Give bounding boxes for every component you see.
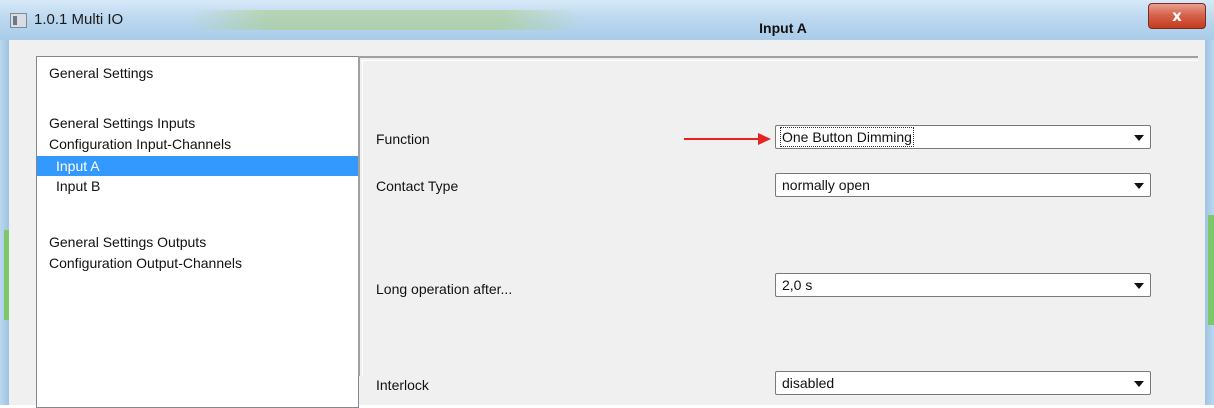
tree-item-configuration-input-channels[interactable]: Configuration Input-Channels <box>49 136 231 152</box>
app-window: 1.0.1 Multi IO x General Settings Genera… <box>0 0 1214 408</box>
window-frame-left <box>0 40 9 405</box>
function-label: Function <box>376 131 430 147</box>
dropdown-arrow-icon[interactable] <box>1134 135 1144 141</box>
app-window-icon <box>10 13 27 28</box>
parameter-panel-inner <box>362 60 1198 376</box>
red-arrow-icon <box>684 138 759 140</box>
tree-item-input-a[interactable]: Input A <box>37 156 358 176</box>
contact-type-select[interactable]: normally open <box>775 173 1151 197</box>
dropdown-arrow-icon[interactable] <box>1134 183 1144 189</box>
dropdown-arrow-icon[interactable] <box>1134 381 1144 387</box>
function-select-value: One Button Dimming <box>780 127 914 147</box>
interlock-select-value: disabled <box>782 375 835 391</box>
parameter-panel <box>358 56 1198 376</box>
long-operation-label: Long operation after... <box>376 281 513 297</box>
page-title: Input A <box>759 20 807 36</box>
tree-item-general-settings-outputs[interactable]: General Settings Outputs <box>49 234 206 250</box>
dropdown-arrow-icon[interactable] <box>1134 283 1144 289</box>
contact-type-select-value: normally open <box>782 177 870 193</box>
tree-item-general-settings[interactable]: General Settings <box>49 65 153 81</box>
interlock-select[interactable]: disabled <box>775 371 1151 395</box>
navigation-tree[interactable]: General Settings General Settings Inputs… <box>36 56 359 408</box>
long-operation-select-value: 2,0 s <box>782 277 813 293</box>
contact-type-label: Contact Type <box>376 178 459 194</box>
window-title: 1.0.1 Multi IO <box>34 11 124 28</box>
function-select[interactable]: One Button Dimming <box>775 125 1151 149</box>
red-arrow-head-icon <box>758 133 771 145</box>
tree-item-general-settings-inputs[interactable]: General Settings Inputs <box>49 115 195 131</box>
interlock-label: Interlock <box>376 377 429 393</box>
long-operation-select[interactable]: 2,0 s <box>775 273 1151 297</box>
window-frame-highlight-right <box>1208 215 1214 325</box>
tree-item-input-b[interactable]: Input B <box>56 178 100 194</box>
tree-item-configuration-output-channels[interactable]: Configuration Output-Channels <box>49 255 242 271</box>
